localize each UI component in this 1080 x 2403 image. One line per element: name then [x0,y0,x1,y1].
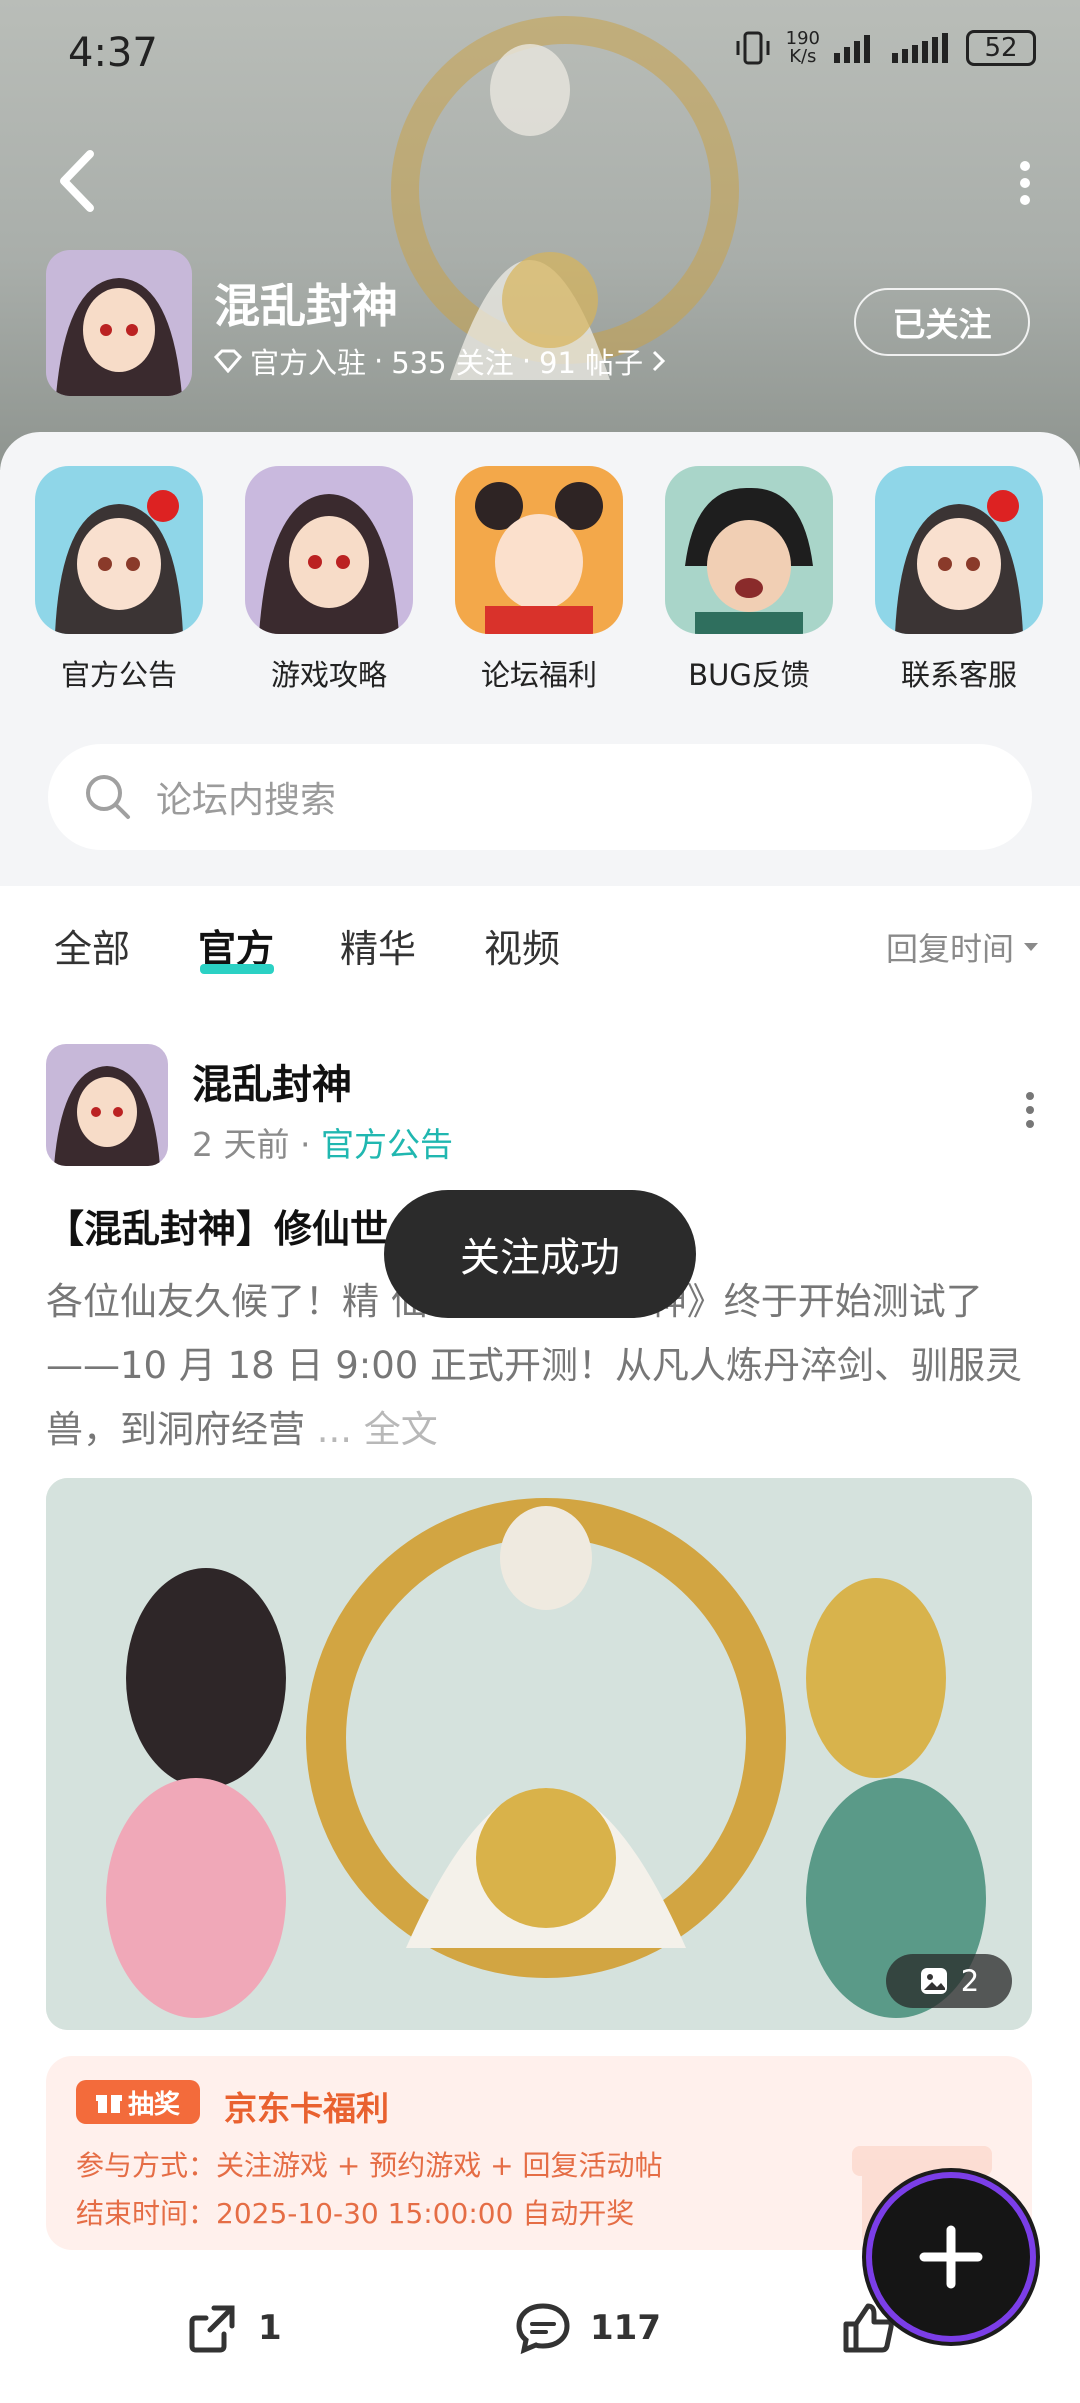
post-category[interactable]: 官方公告 [321,1125,453,1164]
shortcut-panel: 官方公告 游戏攻略 论坛福利 BUG反馈 联系客服 论坛内搜索 [0,432,1080,886]
back-icon[interactable] [50,148,106,214]
post-image[interactable]: 2 [46,1478,1032,2030]
post-meta: 2 天前 · 官方公告 [192,1125,453,1164]
tab-featured[interactable]: 精华 [340,918,416,973]
guide-icon [245,466,413,634]
shortcut-bug-report[interactable]: BUG反馈 [644,466,854,694]
signal-icon-2 [892,33,948,63]
shortcut-support[interactable]: 联系客服 [854,466,1064,694]
forum-header: 4:37 190 K/s 52 混乱封神 官方入驻 · 535 关注 · 91 帖… [0,0,1080,470]
game-avatar[interactable] [46,250,192,396]
shortcut-announcements[interactable]: 官方公告 [14,466,224,694]
diamond-icon [214,349,242,373]
read-more-link[interactable]: ... 全文 [317,1408,438,1451]
post-time: 2 天前 [192,1125,290,1164]
new-post-fab[interactable] [872,2178,1030,2336]
gift-icon [95,2095,122,2113]
shortcut-welfare[interactable]: 论坛福利 [434,466,644,694]
lottery-tag: 抽奖 [76,2080,200,2124]
status-bar: 4:37 190 K/s 52 [0,0,1080,110]
post-illustration [46,1478,1032,2030]
sort-dropdown[interactable]: 回复时间 [886,924,1040,970]
signal-icon [834,35,870,63]
status-time: 4:37 [68,30,158,76]
support-icon [875,466,1043,634]
battery-indicator: 52 [966,30,1036,66]
active-tab-indicator [200,964,274,974]
announcement-icon [35,466,203,634]
tab-all[interactable]: 全部 [54,918,130,973]
toast-message: 关注成功 [384,1190,696,1318]
image-count-badge: 2 [886,1954,1012,2008]
comment-button[interactable]: 117 [514,2300,661,2356]
posts-count: 91 帖子 [539,346,644,380]
filter-tabs: 全部 官方 精华 视频 回复时间 [0,886,1080,1004]
vibrate-icon [736,31,770,65]
lottery-end-time: 结束时间：2025-10-30 15:00:00 自动开奖 [76,2197,635,2230]
lottery-title: 京东卡福利 [224,2089,389,2128]
plus-icon [919,2225,983,2289]
game-title: 混乱封神 [214,279,398,333]
follow-button[interactable]: 已关注 [854,288,1030,356]
welfare-icon [455,466,623,634]
chevron-right-icon [653,350,666,372]
forum-search-bar[interactable]: 论坛内搜索 [48,744,1032,850]
post-author-name[interactable]: 混乱封神 [192,1052,352,1110]
search-placeholder: 论坛内搜索 [156,780,337,821]
share-icon [189,2305,235,2353]
gallery-icon [920,1968,947,1994]
post-author-avatar[interactable] [46,1044,168,1166]
bug-report-icon [665,466,833,634]
shortcut-guides[interactable]: 游戏攻略 [224,466,434,694]
network-speed: 190 K/s [785,28,820,67]
share-button[interactable]: 1 [184,2300,282,2356]
thumbs-up-icon [843,2303,894,2353]
tab-video[interactable]: 视频 [484,918,560,973]
followers-count: 535 关注 [391,346,514,380]
caret-down-icon [1024,943,1038,951]
post-more-icon[interactable] [1020,1090,1040,1130]
official-badge: 官方入驻 [250,346,367,380]
more-options-icon[interactable] [1010,158,1040,208]
game-stats[interactable]: 官方入驻 · 535 关注 · 91 帖子 [214,340,667,382]
lottery-rule: 参与方式：关注游戏 + 预约游戏 + 回复活动帖 [76,2149,663,2182]
search-icon [86,775,130,819]
comment-icon [516,2303,570,2355]
